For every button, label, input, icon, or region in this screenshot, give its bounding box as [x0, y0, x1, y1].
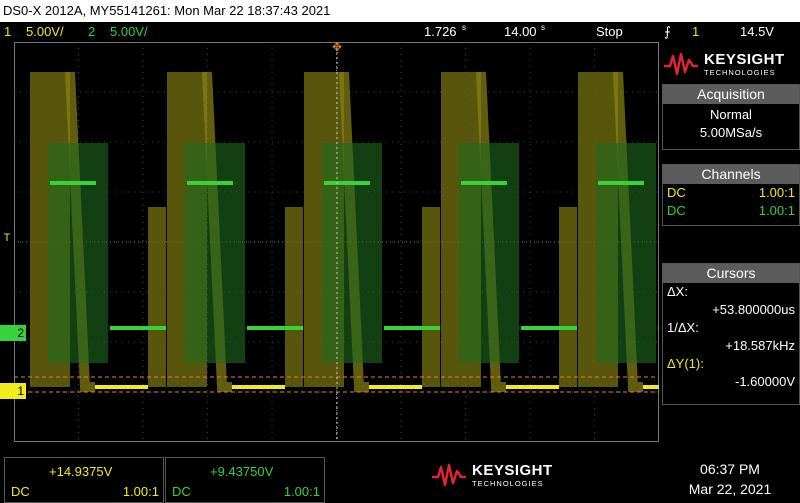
acquisition-rate: 5.00MSa/s — [699, 125, 763, 140]
title-bar: DS0-X 2012A, MY55141261: Mon Mar 22 18:3… — [0, 0, 800, 22]
clock: 06:37 PM Mar 22, 2021 — [660, 455, 800, 503]
cursor-inv-value: +18.587kHz — [725, 338, 795, 353]
time-scale-unit-icon: s — [541, 23, 545, 32]
time-delay-unit-icon: s — [462, 23, 466, 32]
ch2-burst — [459, 143, 519, 363]
brand-sub: TECHNOLOGIES — [704, 68, 776, 77]
trigger-source[interactable]: 1 — [692, 22, 699, 42]
clock-date: Mar 22, 2021 — [688, 481, 772, 497]
waveform-traces — [30, 71, 714, 392]
ch1-pre-burst — [422, 207, 440, 387]
ch2-measure-box[interactable]: +9.43750V DC 1.00:1 — [165, 457, 325, 503]
ch1-number[interactable]: 1 — [4, 22, 11, 42]
bottom-brand-name: KEYSIGHT — [472, 462, 553, 479]
channels-header: Channels — [663, 165, 799, 184]
ch2-burst — [596, 143, 656, 363]
bottom-brand-logo: KEYSIGHT TECHNOLOGIES — [430, 462, 553, 488]
ch2-burst — [185, 143, 245, 363]
acquisition-mode: Normal — [710, 107, 752, 122]
cursor-dx-value: +53.800000us — [712, 302, 795, 317]
cursor-dy-value: -1.60000V — [735, 374, 795, 389]
ch2-coupling: DC — [667, 203, 686, 218]
ch1-pre-burst — [148, 207, 166, 387]
cursor-inv-label: 1/ΔX: — [667, 320, 699, 335]
run-state[interactable]: Stop — [596, 22, 623, 42]
ch2-scale[interactable]: 5.00V/ — [110, 22, 148, 42]
channels-panel[interactable]: Channels DC 1.00:1 DC 1.00:1 — [662, 164, 800, 226]
ch1-measure-value: +14.9375V — [49, 464, 113, 479]
acquisition-panel[interactable]: Acquisition Normal 5.00MSa/s — [662, 84, 800, 150]
ch1-scale[interactable]: 5.00V/ — [26, 22, 64, 42]
cursor-dy-label: ΔY(1): — [667, 356, 704, 371]
waveform-display[interactable]: ✥ — [14, 40, 714, 442]
ch1-coupling: DC — [667, 185, 686, 200]
ch1-measure-coupling: DC — [11, 484, 30, 499]
ch2-burst — [322, 143, 382, 363]
trigger-level-marker[interactable]: T — [0, 232, 14, 244]
keysight-wave-icon — [664, 52, 698, 76]
clock-time: 06:37 PM — [700, 461, 760, 477]
time-scale[interactable]: 14.00 — [504, 22, 537, 42]
channel-row: DC 1.00:1 — [663, 184, 799, 202]
ch2-burst — [48, 143, 108, 363]
trigger-edge-icon: ⨍ — [664, 24, 671, 39]
waveform-canvas: ✥ — [14, 40, 714, 442]
ch1-pre-burst — [285, 207, 303, 387]
ch1-ground-marker[interactable]: 1 — [0, 383, 26, 399]
ch1-pre-burst — [559, 207, 577, 387]
ch1-probe: 1.00:1 — [758, 185, 795, 200]
keysight-wave-icon — [432, 463, 466, 487]
ch1-measure-box[interactable]: +14.9375V DC 1.00:1 — [4, 457, 164, 503]
brand-name: KEYSIGHT — [704, 51, 785, 68]
bottom-brand-sub: TECHNOLOGIES — [472, 479, 544, 488]
cursors-panel[interactable]: Cursors ΔX: +53.800000us 1/ΔX: +18.587kH… — [662, 263, 800, 405]
ch2-ground-marker[interactable]: 2 — [0, 325, 26, 341]
trigger-position-marker: ✥ — [332, 42, 342, 54]
cursor-dx-label: ΔX: — [667, 284, 688, 299]
brand-logo: KEYSIGHT TECHNOLOGIES — [662, 46, 798, 82]
status-bar: 1 5.00V/ 2 5.00V/ 1.726 s 14.00 s Stop ⨍… — [0, 22, 800, 42]
channel-row: DC 1.00:1 — [663, 202, 799, 220]
time-delay[interactable]: 1.726 — [424, 22, 457, 42]
ch2-probe: 1.00:1 — [758, 203, 795, 218]
ch2-number[interactable]: 2 — [88, 22, 95, 42]
ch1-measure-probe: 1.00:1 — [122, 484, 159, 499]
ch2-measure-value: +9.43750V — [210, 464, 274, 479]
ch2-measure-probe: 1.00:1 — [283, 484, 320, 499]
acquisition-header: Acquisition — [663, 85, 799, 104]
cursors-header: Cursors — [663, 264, 799, 283]
trigger-level[interactable]: 14.5V — [740, 22, 774, 42]
ch2-measure-coupling: DC — [172, 484, 191, 499]
